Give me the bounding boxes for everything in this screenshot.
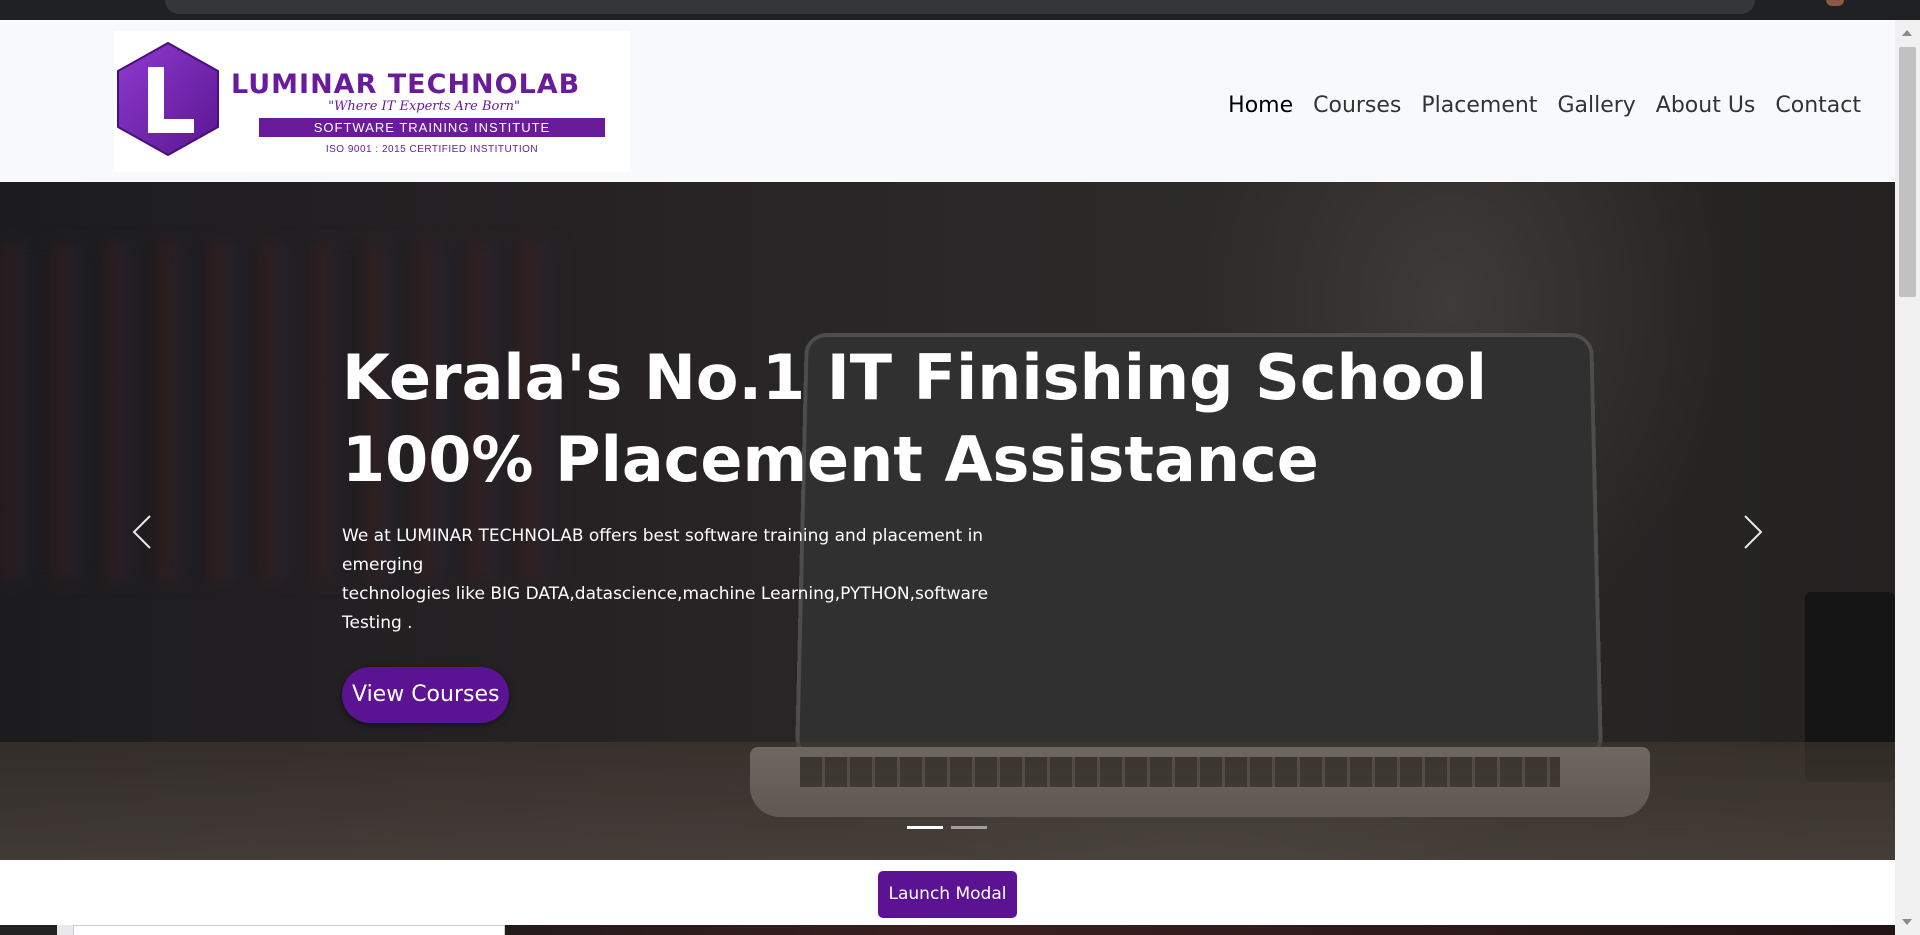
carousel-prev-button[interactable]	[122, 502, 162, 562]
hero-description-line: emerging	[342, 555, 424, 575]
chevron-left-icon	[132, 515, 151, 549]
nav-link-home[interactable]: Home	[1218, 88, 1303, 124]
logo-title: LUMINAR TECHNOLAB	[231, 69, 581, 100]
carousel-indicator-1[interactable]	[907, 826, 943, 829]
navbar: LUMINAR TECHNOLAB "Where IT Experts Are …	[0, 20, 1895, 182]
scroll-up-icon[interactable]	[1902, 30, 1912, 36]
chevron-right-icon	[1744, 515, 1763, 549]
hero-description-line: technologies like BIG DATA,datascience,m…	[342, 584, 989, 604]
hero-description: We at LUMINAR TECHNOLAB offers best soft…	[342, 522, 1042, 638]
view-courses-button[interactable]: View Courses	[342, 667, 510, 723]
hero-title-line: 100% Placement Assistance	[342, 423, 1319, 496]
hero-description-line: Testing .	[342, 613, 413, 633]
carousel-indicators	[907, 826, 987, 829]
address-bar[interactable]	[165, 0, 1755, 14]
hero-carousel: Kerala's No.1 IT Finishing School 100% P…	[0, 182, 1895, 860]
carousel-indicator-2[interactable]	[951, 826, 987, 829]
profile-avatar[interactable]	[1826, 0, 1844, 6]
hero-title-line: Kerala's No.1 IT Finishing School	[342, 341, 1488, 414]
browser-top-bar	[0, 0, 1920, 20]
page-scrollbar[interactable]	[1895, 20, 1920, 935]
hero-desk	[0, 742, 1895, 860]
nav-links: Home Courses Placement Gallery About Us …	[1218, 88, 1871, 124]
scroll-down-icon[interactable]	[1902, 919, 1912, 925]
page: LUMINAR TECHNOLAB "Where IT Experts Are …	[0, 20, 1895, 935]
nav-link-placement[interactable]: Placement	[1411, 88, 1547, 124]
hero-title: Kerala's No.1 IT Finishing School 100% P…	[342, 337, 1542, 501]
nav-link-courses[interactable]: Courses	[1303, 88, 1411, 124]
launch-modal-button[interactable]: Launch Modal	[878, 871, 1017, 918]
nav-link-about-us[interactable]: About Us	[1646, 88, 1766, 124]
nav-link-contact[interactable]: Contact	[1765, 88, 1871, 124]
scroll-thumb[interactable]	[1899, 47, 1916, 297]
logo-subtitle-band: SOFTWARE TRAINING INSTITUTE	[259, 118, 605, 137]
site-logo[interactable]: LUMINAR TECHNOLAB "Where IT Experts Are …	[114, 31, 630, 172]
logo-hexagon-icon	[117, 42, 219, 156]
carousel-next-button[interactable]	[1733, 502, 1773, 562]
logo-certification: ISO 9001 : 2015 CERTIFIED INSTITUTION	[325, 144, 539, 155]
next-section-card	[73, 925, 505, 935]
logo-tagline: "Where IT Experts Are Born"	[328, 99, 520, 114]
hero-description-line: We at LUMINAR TECHNOLAB offers best soft…	[342, 526, 984, 546]
nav-link-gallery[interactable]: Gallery	[1547, 88, 1645, 124]
